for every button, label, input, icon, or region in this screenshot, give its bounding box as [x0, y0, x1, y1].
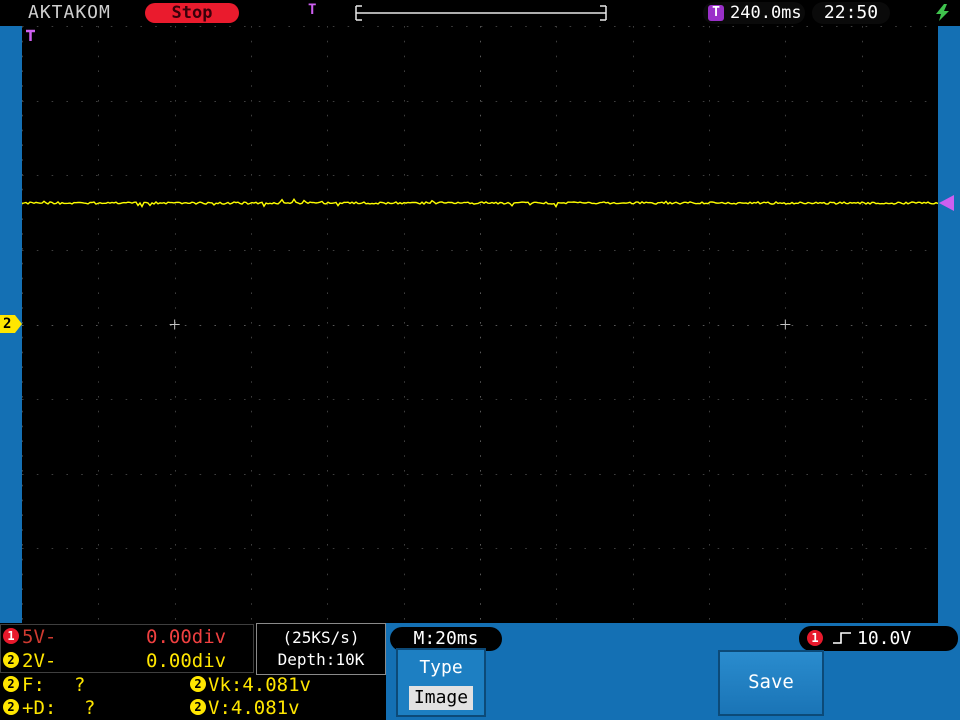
duty-label: +D:: [22, 697, 57, 719]
type-label: Type: [419, 657, 463, 678]
trigger-level-value: 10.0V: [857, 628, 912, 649]
duty-value: ?: [84, 697, 96, 719]
top-bar: AKTAKOM Stop T T 240.0ms 22:50: [0, 0, 960, 26]
oscilloscope-screen: AKTAKOM Stop T T 240.0ms 22:50 2 1 5V- 0…: [0, 0, 960, 720]
save-button[interactable]: Save: [718, 650, 824, 716]
trigger-time-value: 240.0ms: [730, 3, 802, 23]
vk-badge: 2: [190, 676, 206, 692]
freq-label: F:: [22, 674, 45, 696]
trigger-source-badge: 1: [807, 630, 823, 646]
v-value: V:4.081v: [208, 697, 300, 719]
trigger-readout-pill: 1 10.0V: [799, 626, 958, 651]
usb-icon: [936, 4, 949, 21]
trigger-icon: T: [708, 5, 724, 21]
channel2-level-marker[interactable]: 2: [0, 315, 22, 333]
duty-measure-row: 2 +D: ? 2 V:4.081v: [0, 696, 386, 720]
acquisition-info-box: (25KS/s) Depth:10K: [256, 623, 386, 675]
duty-badge: 2: [3, 699, 19, 715]
trigger-point-marker[interactable]: [24, 28, 38, 44]
ch2-position: 0.00div: [146, 650, 227, 672]
clock: 22:50: [812, 2, 890, 24]
freq-measure-row: 2 F: ? 2 Vk:4.081v: [0, 673, 386, 697]
type-button[interactable]: Type Image: [396, 648, 486, 717]
freq-badge: 2: [3, 676, 19, 692]
trigger-level-marker[interactable]: [939, 195, 954, 211]
freq-value: ?: [74, 674, 86, 696]
brand-logo: AKTAKOM: [28, 2, 111, 23]
run-state-badge: Stop: [145, 3, 239, 23]
rising-edge-icon: [833, 632, 851, 644]
ch2-scale: 2V-: [22, 650, 57, 672]
ch1-badge: 1: [3, 628, 19, 644]
ch2-trace: [22, 198, 938, 208]
ch1-scale: 5V-: [22, 626, 57, 648]
sample-rate-text: (25KS/s): [282, 628, 360, 647]
vk-value: Vk:4.081v: [208, 674, 311, 696]
trigger-position-bar: T: [300, 2, 638, 24]
v-badge: 2: [190, 699, 206, 715]
trigger-time-pill: T 240.0ms: [703, 2, 805, 24]
ch1-position: 0.00div: [146, 626, 227, 648]
status-bar: 1 5V- 0.00div 2 2V- 0.00div 2 F: ? 2 Vk:…: [0, 623, 960, 720]
waveform-display: [22, 26, 938, 623]
depth-text: Depth:10K: [277, 650, 365, 669]
trigger-position-t-icon: T: [308, 2, 317, 18]
ch2-badge: 2: [3, 652, 19, 668]
window-bracket-icon: [355, 5, 607, 21]
type-selected-value[interactable]: Image: [409, 686, 473, 710]
